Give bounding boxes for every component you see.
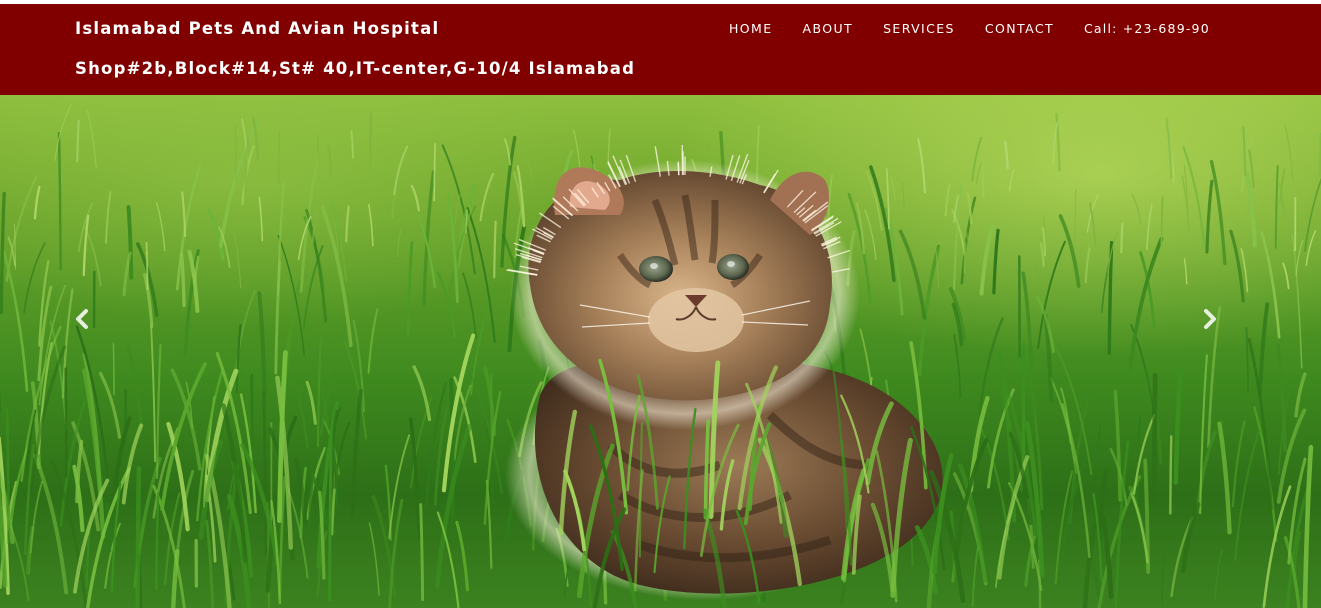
carousel-prev-button[interactable] (68, 305, 96, 333)
nav-contact[interactable]: CONTACT (970, 21, 1069, 37)
site-header: Islamabad Pets And Avian Hospital Shop#2… (0, 4, 1321, 95)
hero-carousel (0, 95, 1321, 608)
main-nav: HOME ABOUT SERVICES CONTACT Call: +23-68… (714, 21, 1225, 37)
site-title[interactable]: Islamabad Pets And Avian Hospital (75, 19, 439, 38)
page: Islamabad Pets And Avian Hospital Shop#2… (0, 0, 1321, 608)
carousel-next-button[interactable] (1196, 305, 1224, 333)
nav-services[interactable]: SERVICES (868, 21, 970, 37)
site-address: Shop#2b,Block#14,St# 40,IT-center,G-10/4… (75, 59, 636, 78)
chevron-right-icon (1204, 309, 1216, 329)
grass-foreground (0, 325, 1314, 608)
nav-about[interactable]: ABOUT (788, 21, 869, 37)
chevron-left-icon (76, 309, 88, 329)
nav-home[interactable]: HOME (714, 21, 788, 37)
nav-call[interactable]: Call: +23-689-90 (1069, 21, 1225, 37)
